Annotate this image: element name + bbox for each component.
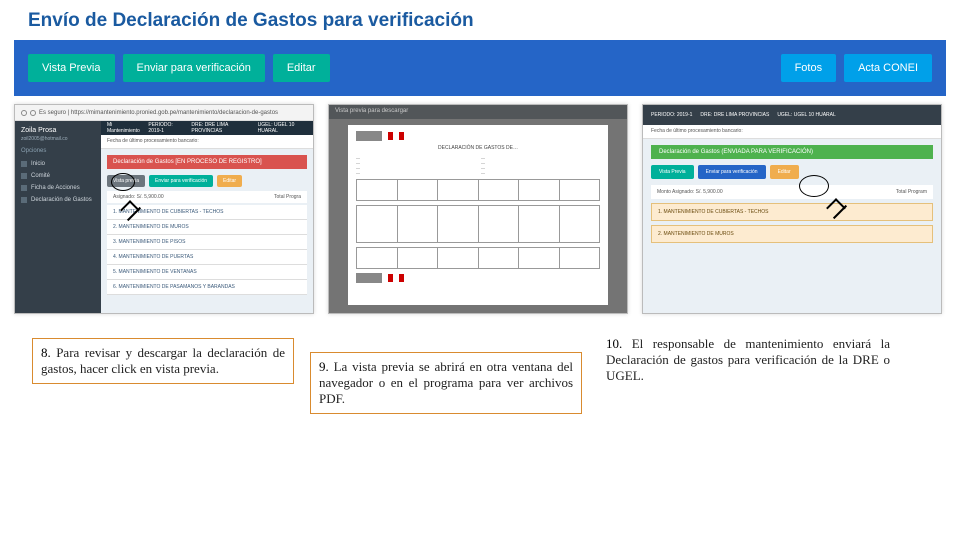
sidebar-item-comite[interactable]: Comité — [21, 170, 95, 182]
pdf-title: DECLARACIÓN DE GASTOS DE… — [356, 145, 600, 151]
user-mail: zoil2005@hotmail.co — [21, 136, 95, 142]
screenshot-step-8: Es seguro | https://mimantenimiento.pron… — [14, 104, 314, 314]
peru-flag-icon — [388, 274, 404, 282]
list-item[interactable]: 2. MANTENIMIENTO DE MUROS — [651, 225, 933, 243]
list-item[interactable]: 1. MANTENIMIENTO DE CUBIERTAS - TECHOS — [651, 203, 933, 221]
sidebar-item-inicio[interactable]: Inicio — [21, 158, 95, 170]
browser-urlbar: Es seguro | https://mimantenimiento.pron… — [15, 105, 313, 121]
editar-small-button[interactable]: Editar — [217, 175, 242, 187]
header-bar: PERIODO: 2019-1 DRE: DRE LIMA PROVINCIAS… — [643, 105, 941, 125]
topbar: Vista Previa Enviar para verificación Ed… — [14, 40, 946, 96]
enviar-small-button[interactable]: Enviar para verificación — [149, 175, 213, 187]
sub-bar: Fecha de último procesamiento bancario: — [643, 125, 941, 139]
pronied-logo-icon — [356, 131, 382, 141]
sidebar-item-ficha[interactable]: Ficha de Acciones — [21, 182, 95, 194]
monto-row: Monto Asignado: S/. 5,900.00 Total Progr… — [651, 185, 933, 199]
editar-button[interactable]: Editar — [273, 54, 330, 82]
pronied-logo-icon — [356, 273, 382, 283]
status-badge: Declaración de Gastos (ENVIADA PARA VERI… — [651, 145, 933, 159]
list-item[interactable]: 6. MANTENIMIENTO DE PASAMANOS Y BARANDAS — [107, 280, 307, 295]
fotos-button[interactable]: Fotos — [781, 54, 837, 82]
vista-previa-small-button[interactable]: Vista Previa — [651, 165, 694, 179]
sidebar-item-declaracion[interactable]: Declaración de Gastos — [21, 194, 95, 206]
pdf-table — [356, 179, 600, 201]
sidebar-opciones: Opciones — [21, 148, 95, 154]
pdf-toolbar: Vista previa para descargar — [329, 105, 627, 119]
sub-bar: Fecha de último procesamiento bancario: — [101, 135, 313, 149]
highlight-circle-icon — [111, 173, 135, 191]
list-item[interactable]: 3. MANTENIMIENTO DE PISOS — [107, 235, 307, 250]
captions-row: 8. Para revisar y descargar la declaraci… — [32, 338, 928, 414]
pdf-table — [356, 247, 600, 269]
peru-flag-icon — [388, 132, 404, 140]
acta-conei-button[interactable]: Acta CONEI — [844, 54, 932, 82]
caption-9: 9. La vista previa se abrirá en otra ven… — [310, 352, 582, 414]
enviar-verificacion-button[interactable]: Enviar para verificación — [123, 54, 265, 82]
pdf-page: DECLARACIÓN DE GASTOS DE… ———— ———— — [348, 125, 608, 305]
list-item[interactable]: 5. MANTENIMIENTO DE VENTANAS — [107, 265, 307, 280]
editar-small-button[interactable]: Editar — [770, 165, 799, 179]
page-title: Envío de Declaración de Gastos para veri… — [0, 0, 960, 40]
screenshot-step-9: Vista previa para descargar DECLARACIÓN … — [328, 104, 628, 314]
screenshot-row: Es seguro | https://mimantenimiento.pron… — [14, 104, 946, 314]
caption-8: 8. Para revisar y descargar la declaraci… — [32, 338, 294, 384]
enviar-small-button[interactable]: Enviar para verificación — [698, 165, 766, 179]
sidebar: Zoila Prosa zoil2005@hotmail.co Opciones… — [15, 121, 101, 314]
monto-row: Asignado: S/. 5,900.00 Total Progra — [107, 191, 307, 203]
user-name: Zoila Prosa — [21, 127, 95, 134]
caption-10: 10. El responsable de mantenimiento envi… — [598, 330, 898, 390]
status-badge: Declaración de Gastos [EN PROCESO DE REG… — [107, 155, 307, 169]
url-text: Es seguro | https://mimantenimiento.pron… — [39, 110, 278, 116]
screenshot-step-10: PERIODO: 2019-1 DRE: DRE LIMA PROVINCIAS… — [642, 104, 942, 314]
highlight-circle-icon — [799, 175, 829, 197]
list-item[interactable]: 2. MANTENIMIENTO DE MUROS — [107, 220, 307, 235]
header-bar: Mi Mantenimiento PERIODO: 2019-1 DRE: DR… — [101, 121, 313, 135]
pdf-table — [356, 205, 600, 243]
list-item[interactable]: 1. MANTENIMIENTO DE CUBIERTAS - TECHOS — [107, 205, 307, 220]
vista-previa-button[interactable]: Vista Previa — [28, 54, 115, 82]
list-item[interactable]: 4. MANTENIMIENTO DE PUERTAS — [107, 250, 307, 265]
